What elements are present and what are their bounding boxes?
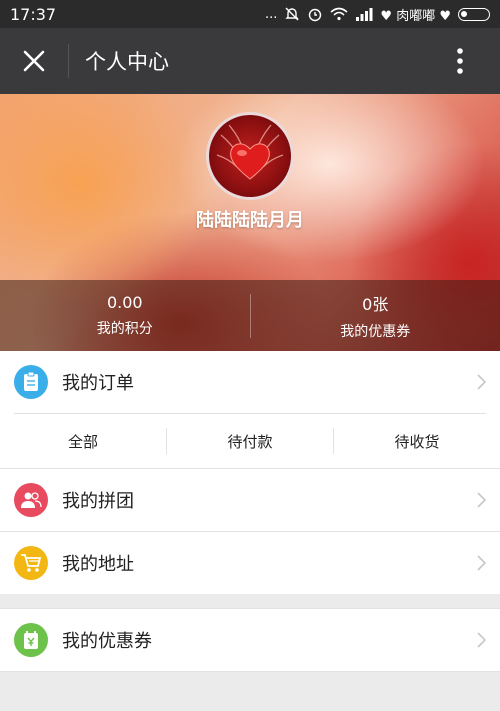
avatar[interactable] xyxy=(206,112,294,200)
coupon-card: 我的优惠券 xyxy=(0,608,500,672)
chevron-right-icon xyxy=(474,372,488,392)
close-button[interactable] xyxy=(0,28,68,94)
my-group-buy-row[interactable]: 我的拼团 xyxy=(0,469,500,531)
my-orders-label: 我的订单 xyxy=(62,373,134,394)
status-time: 17:37 xyxy=(10,4,57,24)
my-orders-row[interactable]: 我的订单 xyxy=(0,351,500,413)
mute-icon xyxy=(284,6,300,22)
battery-icon xyxy=(458,7,490,21)
order-tab-pending-payment[interactable]: 待付款 xyxy=(167,431,333,452)
user-nickname: 陆陆陆陆月月 xyxy=(196,210,304,231)
my-address-label: 我的地址 xyxy=(62,554,134,575)
chevron-right-icon xyxy=(474,490,488,510)
order-tab-all[interactable]: 全部 xyxy=(0,431,166,452)
coupons-label: 我的优惠券 xyxy=(340,323,411,340)
nav-bar: 个人中心 xyxy=(0,28,500,94)
chevron-right-icon xyxy=(474,553,488,573)
signal-icon xyxy=(355,7,373,21)
profile-header: 陆陆陆陆月月 0.00 我的积分 0张 我的优惠券 xyxy=(0,94,500,351)
my-group-buy-label: 我的拼团 xyxy=(62,491,134,512)
page-title: 个人中心 xyxy=(85,50,169,74)
more-button[interactable] xyxy=(420,28,500,94)
wifi-icon xyxy=(330,7,348,21)
menu-card: 我的拼团 我的地址 xyxy=(0,468,500,594)
carrier-name: ♥ 肉嘟嘟 ♥ xyxy=(380,8,451,24)
status-icons: ... ♥ 肉嘟嘟 ♥ xyxy=(265,5,490,24)
order-icon xyxy=(14,365,48,399)
order-tab-pending-receipt[interactable]: 待收货 xyxy=(334,431,500,452)
status-dots: ... xyxy=(265,6,278,22)
my-coupons-label: 我的优惠券 xyxy=(62,631,152,652)
coupons-stat[interactable]: 0张 我的优惠券 xyxy=(251,280,500,351)
more-vertical-icon xyxy=(457,48,463,74)
heart-avatar-icon xyxy=(216,124,284,180)
profile-stats: 0.00 我的积分 0张 我的优惠券 xyxy=(0,280,500,351)
coupons-value: 0张 xyxy=(362,294,389,314)
order-status-tabs: 全部 待付款 待收货 xyxy=(0,414,500,468)
my-address-row[interactable]: 我的地址 xyxy=(0,532,500,594)
chevron-right-icon xyxy=(474,630,488,650)
coupon-icon xyxy=(14,623,48,657)
close-icon xyxy=(23,50,45,72)
points-stat[interactable]: 0.00 我的积分 xyxy=(0,280,250,351)
status-bar: 17:37 ... ♥ 肉嘟嘟 ♥ xyxy=(0,0,500,28)
points-label: 我的积分 xyxy=(96,321,153,337)
my-coupons-row[interactable]: 我的优惠券 xyxy=(0,609,500,671)
group-icon xyxy=(14,483,48,517)
orders-card: 我的订单 全部 待付款 待收货 xyxy=(0,351,500,468)
cart-icon xyxy=(14,546,48,580)
alarm-icon xyxy=(307,6,323,22)
points-value: 0.00 xyxy=(106,293,143,312)
